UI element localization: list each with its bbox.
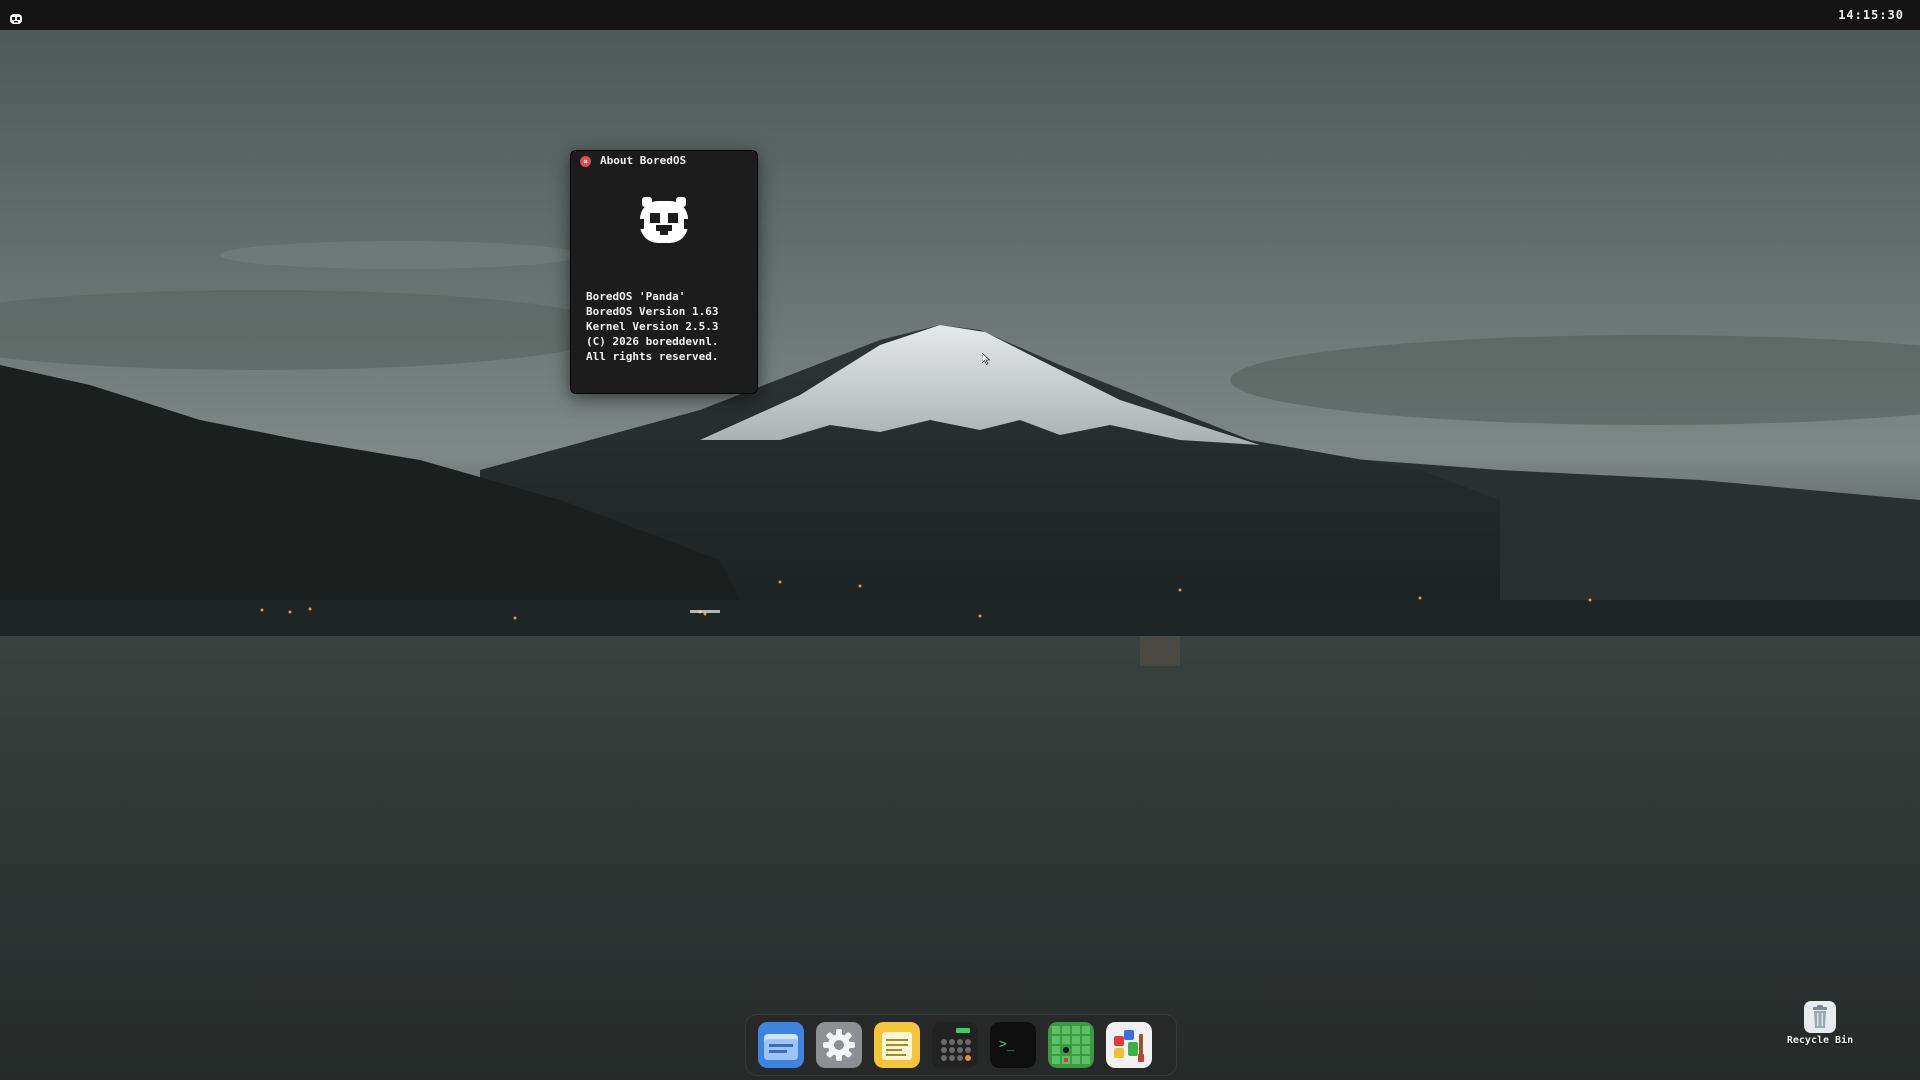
dock-item-calculator[interactable]: [932, 1022, 978, 1068]
terminal-icon: >_: [990, 1022, 1036, 1068]
grid-game-icon: [1048, 1022, 1094, 1068]
top-menu-bar: 14:15:30: [0, 0, 1920, 30]
window-title: About BoredOS: [600, 154, 687, 167]
os-version: BoredOS Version 1.63: [586, 305, 719, 318]
rights: All rights reserved.: [586, 350, 719, 363]
panda-icon[interactable]: [9, 10, 23, 24]
about-info: BoredOS 'Panda' BoredOS Version 1.63 Ker…: [586, 289, 718, 364]
window-titlebar[interactable]: × About BoredOS: [571, 151, 757, 171]
calculator-icon: [932, 1022, 978, 1068]
paint-icon: [1106, 1022, 1152, 1068]
mouse-cursor-icon: [982, 353, 990, 365]
dock-item-settings[interactable]: [816, 1022, 862, 1068]
desktop: 14:15:30 × About BoredOS BoredOS 'Panda'…: [0, 0, 1920, 1080]
dock-item-files[interactable]: [758, 1022, 804, 1068]
dock-item-paint[interactable]: [1106, 1022, 1152, 1068]
wallpaper: [0, 0, 1920, 1080]
dock-item-minesweeper[interactable]: [1048, 1022, 1094, 1068]
notes-icon: [874, 1022, 920, 1068]
recycle-bin-label: Recycle Bin: [1786, 1035, 1854, 1046]
recycle-bin[interactable]: Recycle Bin: [1786, 1001, 1854, 1059]
dock-item-terminal[interactable]: >_: [990, 1022, 1036, 1068]
gear-icon: [816, 1022, 862, 1068]
terminal-prompt: >_: [999, 1037, 1015, 1052]
trash-icon[interactable]: [1804, 1001, 1836, 1033]
dock-item-notes[interactable]: [874, 1022, 920, 1068]
clock: 14:15:30: [1838, 8, 1904, 22]
panda-icon: [638, 195, 690, 247]
kernel-version: Kernel Version 2.5.3: [586, 320, 719, 333]
folder-icon: [758, 1022, 804, 1068]
about-window: × About BoredOS BoredOS 'Panda' BoredOS …: [570, 150, 758, 394]
close-icon[interactable]: ×: [580, 156, 591, 167]
copyright: (C) 2026 boreddevnl.: [586, 335, 719, 348]
os-name: BoredOS 'Panda': [586, 290, 686, 303]
dock: >_: [745, 1014, 1177, 1076]
